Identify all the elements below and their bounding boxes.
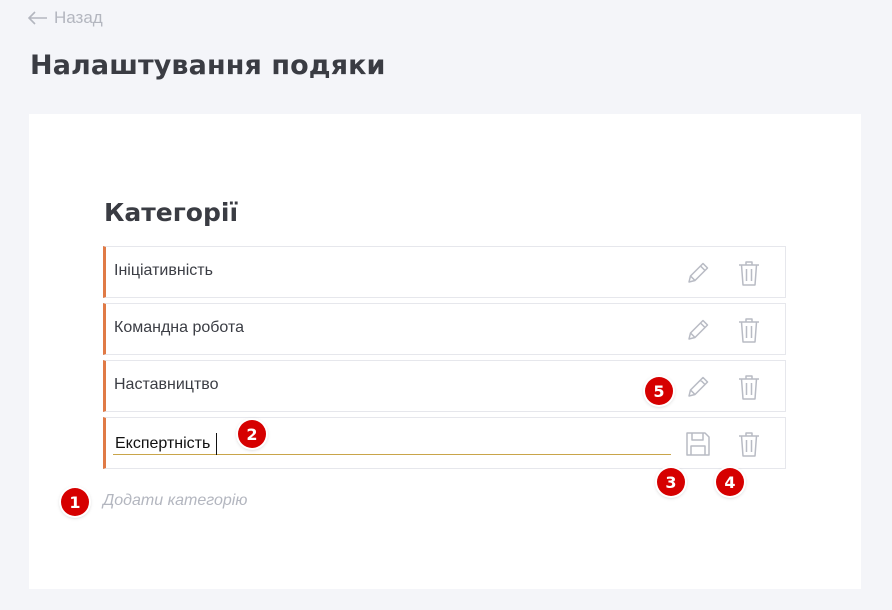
pencil-icon (688, 376, 709, 397)
edit-button[interactable] (683, 373, 713, 401)
category-name-input[interactable] (113, 431, 671, 455)
category-row: Командна робота (103, 303, 786, 355)
category-row-editing (103, 417, 786, 469)
annotation-marker-3: 3 (657, 468, 685, 496)
settings-card: Категорії Ініціативність Командна робота (29, 114, 861, 589)
pencil-icon (688, 319, 709, 340)
category-row: Наставництво (103, 360, 786, 412)
text-caret (216, 433, 217, 455)
categories-title: Категорії (104, 198, 239, 227)
category-row: Ініціативність (103, 246, 786, 298)
category-label: Командна робота (114, 319, 245, 336)
trash-icon (739, 432, 759, 457)
edit-button[interactable] (683, 316, 713, 344)
category-label: Ініціативність (114, 262, 213, 279)
delete-button[interactable] (734, 430, 764, 458)
trash-icon (739, 375, 759, 400)
annotation-marker-1: 1 (61, 488, 89, 516)
page-title: Налаштування подяки (30, 50, 386, 81)
back-label: Назад (54, 8, 103, 27)
annotation-marker-4: 4 (716, 468, 744, 496)
delete-button[interactable] (734, 259, 764, 287)
annotation-marker-2: 2 (238, 420, 266, 448)
save-button[interactable] (683, 430, 713, 458)
annotation-marker-5: 5 (645, 377, 673, 405)
delete-button[interactable] (734, 373, 764, 401)
edit-button[interactable] (683, 259, 713, 287)
arrow-left-icon (28, 11, 47, 25)
categories-list: Ініціативність Командна робота Наставниц… (103, 246, 786, 474)
back-link[interactable]: Назад (28, 7, 103, 29)
save-icon (686, 432, 710, 456)
trash-icon (739, 261, 759, 286)
add-category-link[interactable]: Додати категорію (103, 492, 247, 510)
pencil-icon (688, 262, 709, 283)
delete-button[interactable] (734, 316, 764, 344)
trash-icon (739, 318, 759, 343)
category-label: Наставництво (114, 376, 219, 393)
